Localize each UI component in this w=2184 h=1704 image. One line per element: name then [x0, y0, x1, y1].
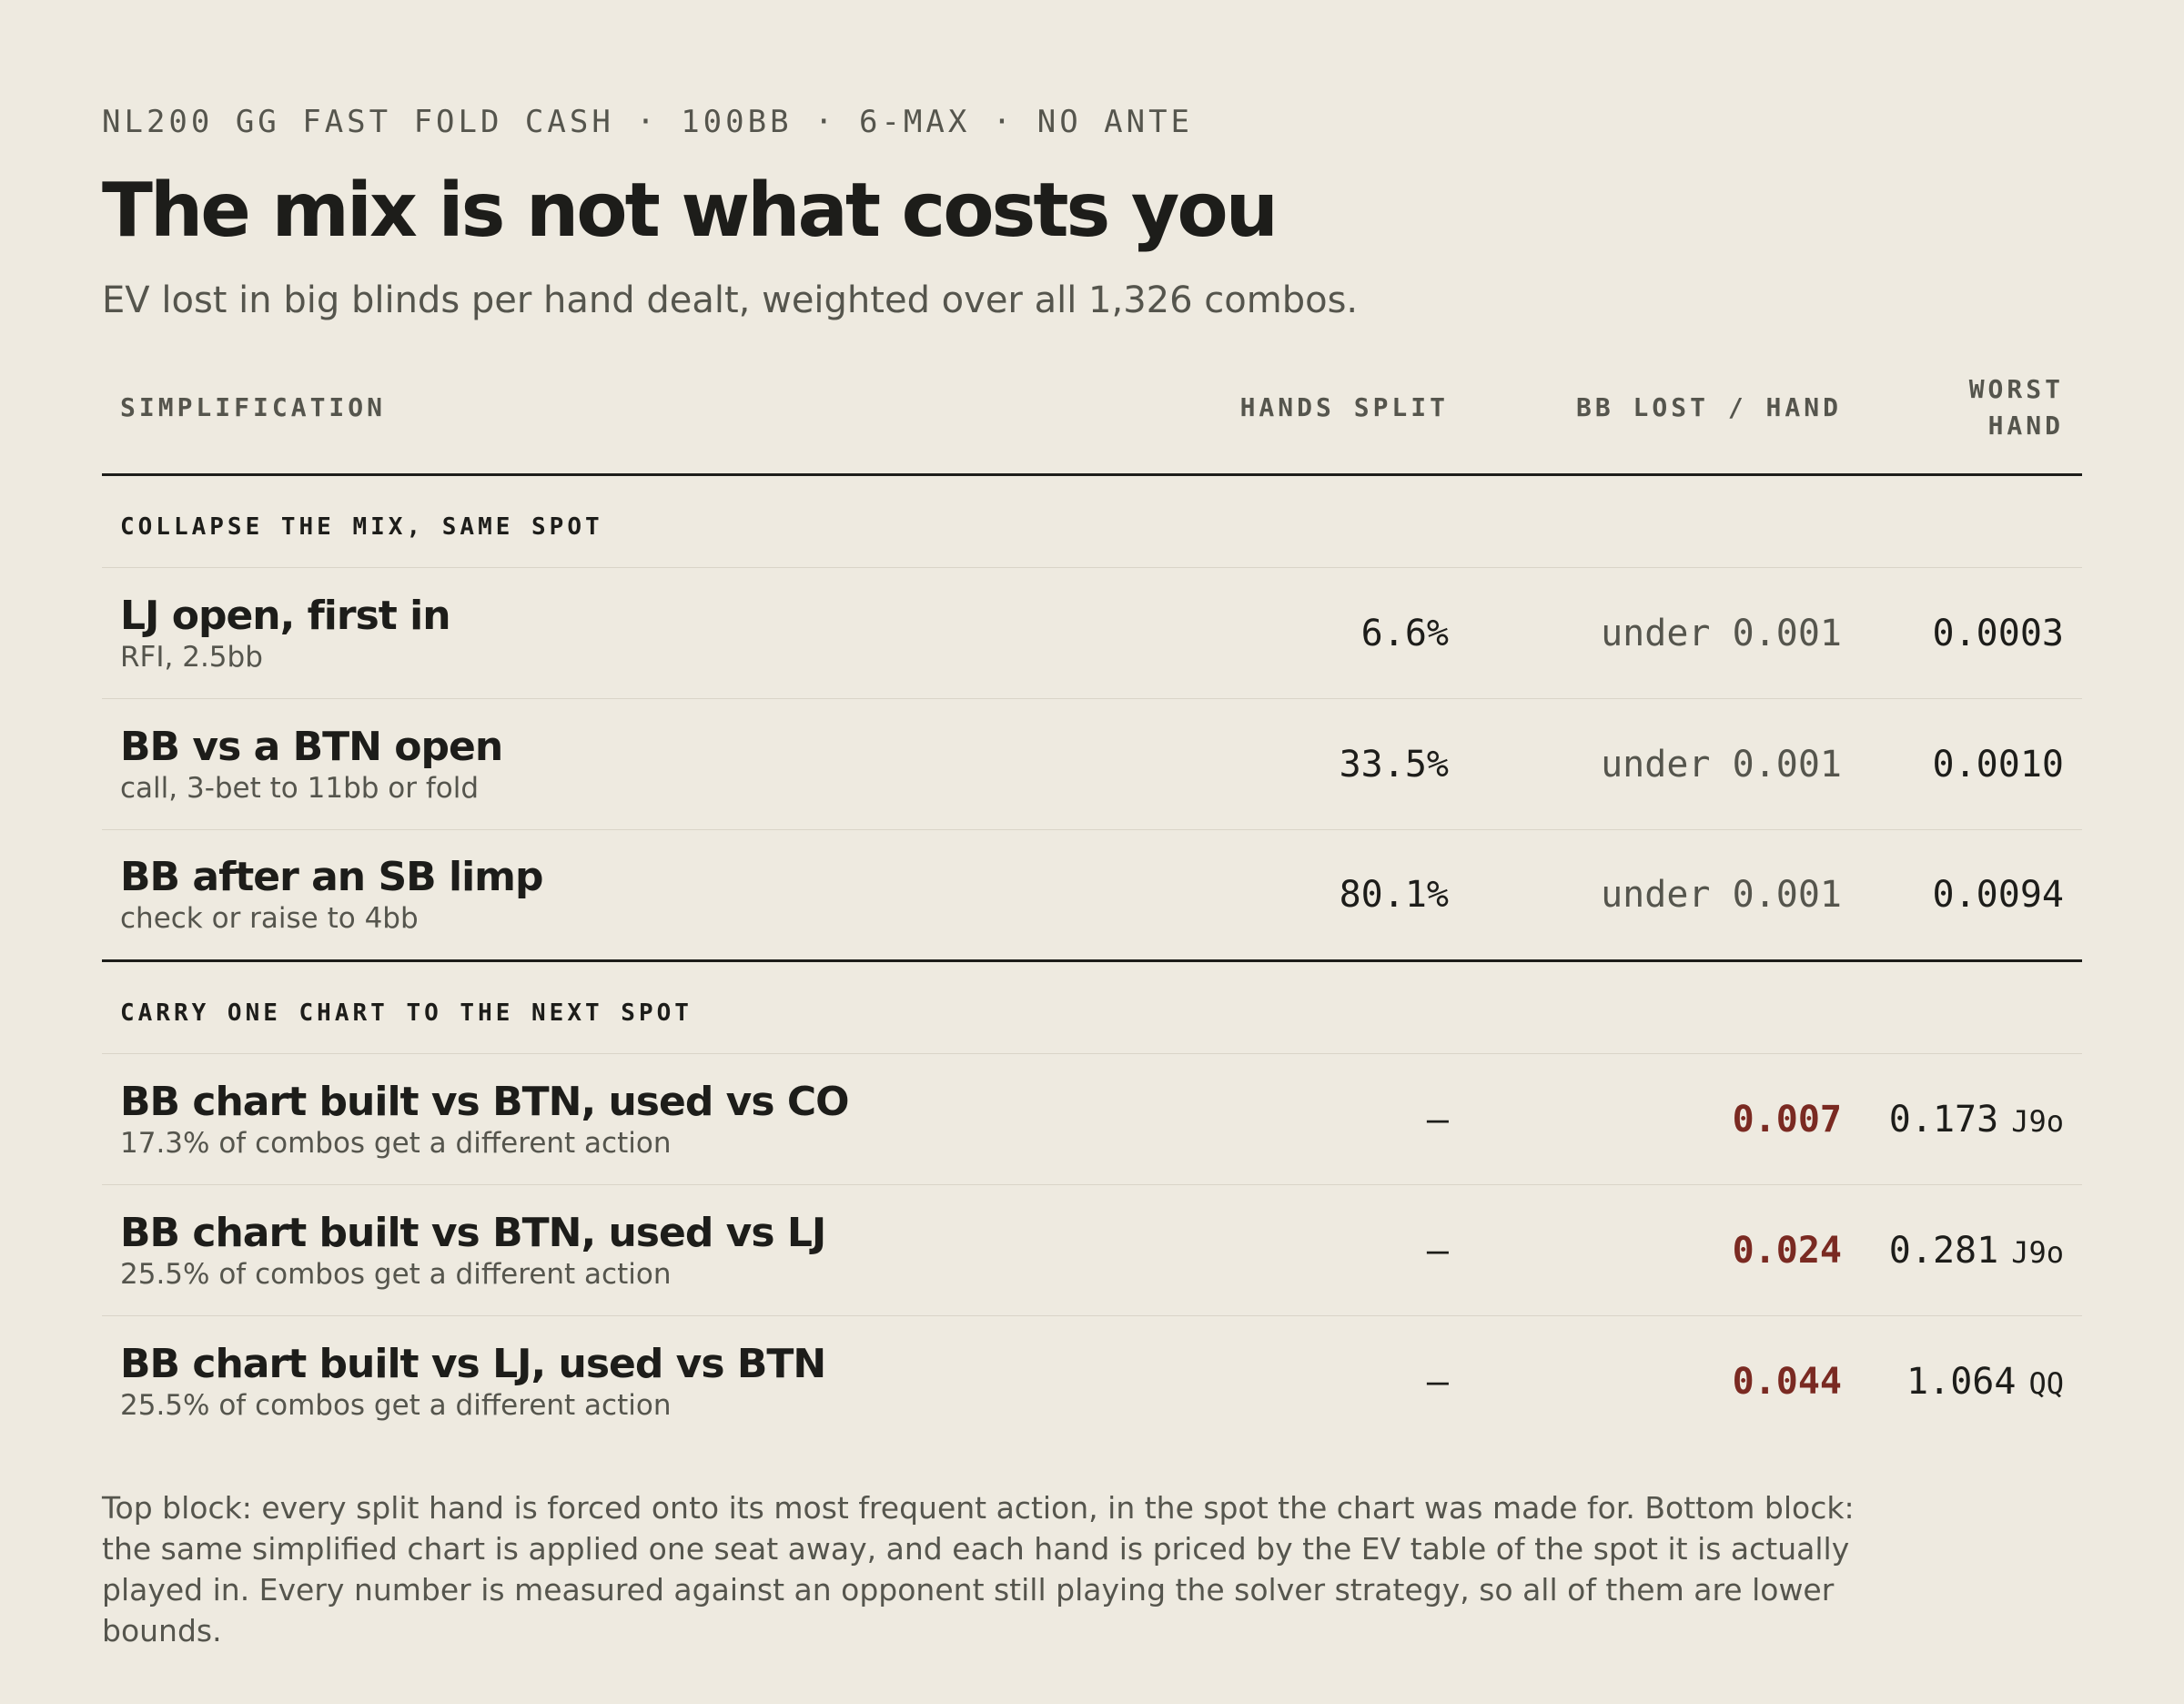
worst-hand-value: 0.0003: [1932, 612, 2065, 654]
worst-hand-value: 0.173: [1888, 1098, 1999, 1141]
simplification-cell: BB chart built vs LJ, used vs BTN 25.5% …: [102, 1316, 1112, 1447]
column-header-worst-hand: WORST HAND: [1860, 371, 2082, 476]
table-header-row: SIMPLIFICATION HANDS SPLIT BB LOST / HAN…: [102, 371, 2082, 476]
bb-lost-value: 0.024: [1467, 1184, 1860, 1316]
simplification-cell: BB vs a BTN open call, 3-bet to 11bb or …: [102, 698, 1112, 830]
row-detail: 25.5% of combos get a different action: [120, 1388, 672, 1422]
row-detail: 17.3% of combos get a different action: [120, 1126, 672, 1160]
table-row: BB chart built vs LJ, used vs BTN 25.5% …: [102, 1316, 2082, 1447]
bb-lost-value: under 0.001: [1467, 698, 1860, 830]
column-header-hands-split: HANDS SPLIT: [1112, 371, 1467, 476]
worst-hand-cell: 0.0094: [1860, 829, 2082, 962]
bb-lost-value: 0.007: [1467, 1053, 1860, 1185]
game-format-kicker: NL200 GG FAST FOLD CASH · 100BB · 6-MAX …: [102, 104, 1194, 140]
worst-hand-value: 0.0094: [1932, 874, 2065, 916]
hands-split-value: –: [1426, 1360, 1449, 1403]
row-name: BB chart built vs LJ, used vs BTN: [120, 1340, 826, 1387]
section-header-carry: CARRY ONE CHART TO THE NEXT SPOT: [102, 960, 2082, 1054]
row-name: LJ open, first in: [120, 592, 451, 639]
hands-split-value: 33.5%: [1112, 698, 1467, 830]
row-detail: RFI, 2.5bb: [120, 640, 263, 674]
table-row: BB chart built vs BTN, used vs LJ 25.5% …: [102, 1184, 2082, 1316]
column-header-bb-lost: BB LOST / HAND: [1467, 371, 1860, 476]
worst-hand-cell: 0.281 J9o: [1860, 1184, 2082, 1316]
row-name: BB vs a BTN open: [120, 723, 503, 770]
worst-hand-cell: 0.0003: [1860, 567, 2082, 699]
table-row: BB chart built vs BTN, used vs CO 17.3% …: [102, 1053, 2082, 1185]
worst-hand-label: J9o: [2011, 1234, 2064, 1270]
row-detail: 25.5% of combos get a different action: [120, 1257, 672, 1291]
hands-split-value: –: [1112, 1184, 1467, 1316]
table-row: BB vs a BTN open call, 3-bet to 11bb or …: [102, 698, 2082, 830]
section-label: CARRY ONE CHART TO THE NEXT SPOT: [102, 960, 2082, 1054]
bb-lost-value: under 0.001: [1467, 567, 1860, 699]
table-row: BB after an SB limp check or raise to 4b…: [102, 829, 2082, 962]
footnote: Top block: every split hand is forced on…: [102, 1489, 1855, 1648]
worst-hand-label: J9o: [2011, 1103, 2064, 1139]
hands-split-value: 6.6%: [1112, 567, 1467, 699]
worst-hand-cell: 1.064 QQ: [1860, 1316, 2082, 1447]
section-label: COLLAPSE THE MIX, SAME SPOT: [102, 474, 2082, 568]
column-header-simplification: SIMPLIFICATION: [102, 371, 1112, 476]
worst-hand-value: 0.0010: [1932, 743, 2065, 786]
worst-hand-value: 1.064: [1906, 1360, 2017, 1403]
bb-lost-value: 0.044: [1732, 1360, 1842, 1403]
page-title: The mix is not what costs you: [102, 167, 1279, 254]
hands-split-value: –: [1112, 1053, 1467, 1185]
page-subtitle: EV lost in big blinds per hand dealt, we…: [102, 279, 1359, 321]
row-name: BB after an SB limp: [120, 854, 544, 900]
row-detail: call, 3-bet to 11bb or fold: [120, 771, 480, 805]
bb-lost-value: under 0.001: [1467, 829, 1860, 962]
table-row: LJ open, first in RFI, 2.5bb 6.6% under …: [102, 567, 2082, 699]
row-name: BB chart built vs BTN, used vs CO: [120, 1078, 850, 1125]
hands-split-value: 80.1%: [1112, 829, 1467, 962]
page: NL200 GG FAST FOLD CASH · 100BB · 6-MAX …: [102, 100, 2082, 1681]
simplification-cell: BB after an SB limp check or raise to 4b…: [102, 829, 1112, 962]
simplification-cell: LJ open, first in RFI, 2.5bb: [102, 567, 1112, 699]
simplification-cell: BB chart built vs BTN, used vs LJ 25.5% …: [102, 1184, 1112, 1316]
section-header-collapse: COLLAPSE THE MIX, SAME SPOT: [102, 474, 2082, 568]
simplification-cell: BB chart built vs BTN, used vs CO 17.3% …: [102, 1053, 1112, 1185]
ev-loss-table: SIMPLIFICATION HANDS SPLIT BB LOST / HAN…: [102, 371, 2082, 1447]
worst-hand-value: 0.281: [1888, 1229, 1999, 1272]
row-detail: check or raise to 4bb: [120, 902, 419, 935]
row-name: BB chart built vs BTN, used vs LJ: [120, 1209, 826, 1256]
worst-hand-cell: 0.0010: [1860, 698, 2082, 830]
worst-hand-cell: 0.173 J9o: [1860, 1053, 2082, 1185]
worst-hand-label: QQ: [2028, 1365, 2064, 1401]
